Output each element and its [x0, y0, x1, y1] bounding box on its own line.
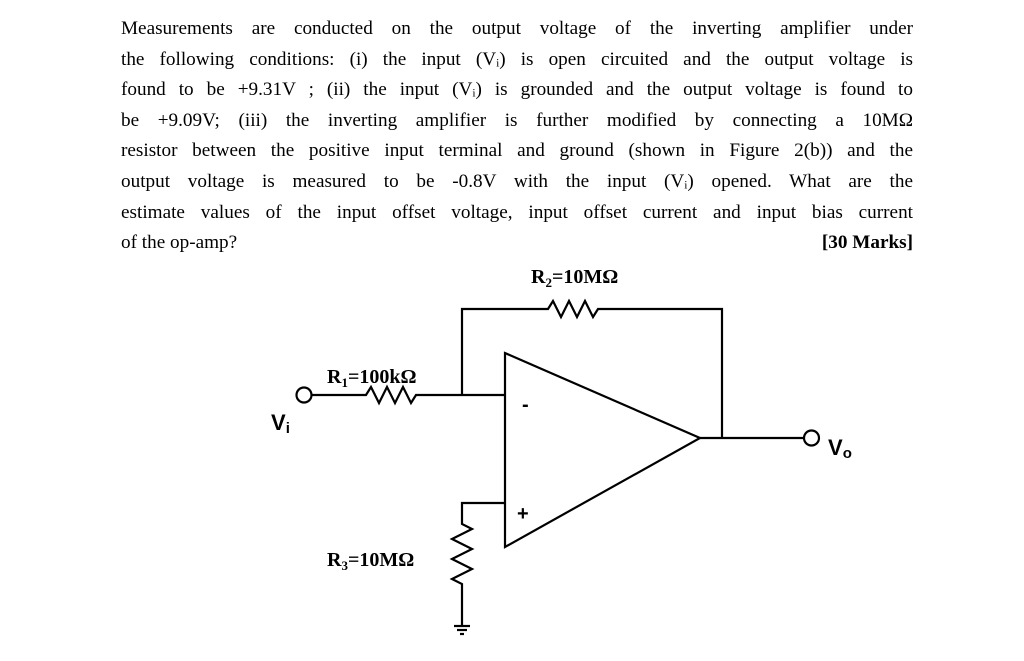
r2-label: R2=10MΩ	[531, 266, 618, 290]
op-amp-triangle	[503, 351, 703, 549]
input-terminal	[295, 386, 313, 404]
output-terminal	[802, 429, 821, 447]
inverting-amplifier-circuit: R1=100kΩ R2=10MΩ R3=10MΩ Vi Vo - +	[271, 266, 852, 636]
r1-label: R1=100kΩ	[327, 366, 417, 390]
r2-feedback-resistor	[460, 298, 724, 438]
r3-resistor	[449, 501, 505, 625]
noninverting-input-sign: +	[517, 503, 529, 525]
vin-label: Vi	[271, 410, 290, 437]
vout-label: Vo	[828, 435, 852, 462]
ground-icon	[454, 624, 470, 636]
inverting-input-sign: -	[522, 394, 529, 416]
r3-label: R3=10MΩ	[327, 549, 414, 573]
